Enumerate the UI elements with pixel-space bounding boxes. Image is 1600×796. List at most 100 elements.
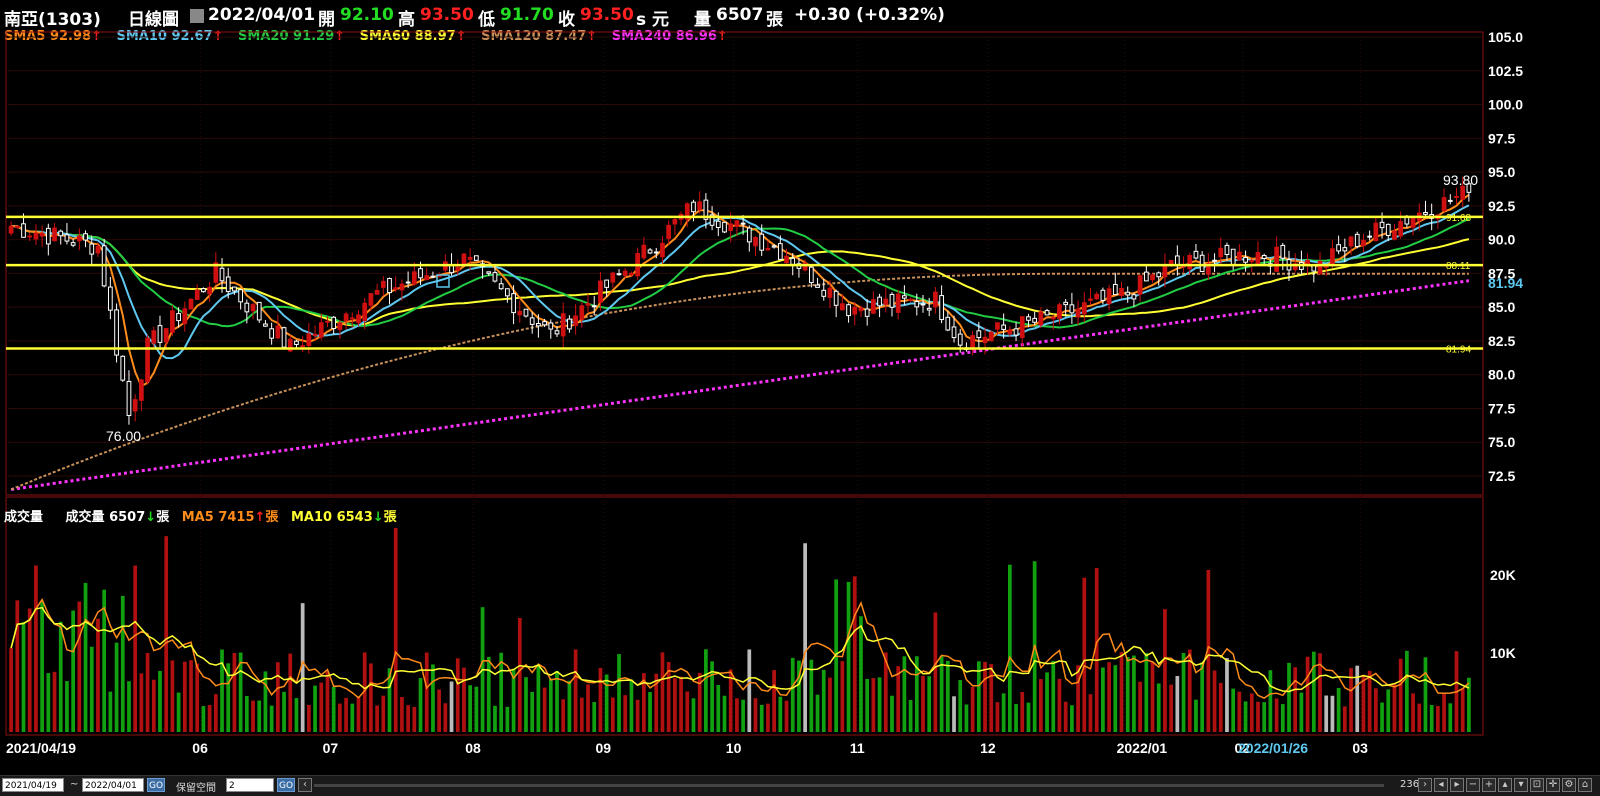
keep-go-button[interactable]: GO xyxy=(277,778,295,792)
candle-body xyxy=(349,317,355,320)
volume-bar xyxy=(1181,652,1186,732)
candle-body xyxy=(362,302,368,321)
candle-body xyxy=(945,316,951,331)
pan-down-icon[interactable]: ▾ xyxy=(1514,778,1528,792)
candle-body xyxy=(573,315,578,326)
volume-bar xyxy=(852,576,857,732)
candle-body xyxy=(380,280,386,288)
candle-body xyxy=(294,340,299,345)
start-date-input[interactable]: 2021/04/19 xyxy=(2,778,64,792)
arrow-up-icon: ↑ xyxy=(254,510,266,525)
pan-right-icon[interactable]: ▸ xyxy=(1450,778,1464,792)
right-value-label: 81.94 xyxy=(1488,275,1523,291)
zoom-in-icon[interactable]: + xyxy=(1482,778,1496,792)
volume-bar xyxy=(865,678,870,732)
volume-bar xyxy=(1101,667,1105,732)
candle-body xyxy=(182,308,188,325)
volume-bar xyxy=(821,669,826,732)
candle-body xyxy=(8,225,14,234)
volume-bar xyxy=(1144,653,1149,732)
candle-body xyxy=(1212,259,1217,262)
candle-body xyxy=(691,201,696,213)
candle-body xyxy=(1261,255,1267,259)
volume-bar xyxy=(443,703,448,732)
candle-body xyxy=(908,298,913,301)
volume-bar xyxy=(846,581,851,732)
home-icon[interactable]: ⌂ xyxy=(1578,778,1592,792)
fit-icon[interactable]: ⊡ xyxy=(1530,778,1544,792)
volume-bar xyxy=(1398,658,1403,732)
zoom-out-icon[interactable]: − xyxy=(1466,778,1480,792)
volume-bar xyxy=(958,680,963,732)
pan-left-icon[interactable]: ◂ xyxy=(1434,778,1448,792)
candle-body xyxy=(1069,304,1075,314)
candle-body xyxy=(194,289,200,300)
scroll-right-icon[interactable]: › xyxy=(1418,778,1432,792)
end-date-input[interactable]: 2022/04/01 xyxy=(82,778,144,792)
volume-bar xyxy=(15,600,20,732)
volume-bar xyxy=(263,671,268,732)
candle-body xyxy=(951,326,957,339)
go-button[interactable]: GO xyxy=(147,778,165,792)
volume-bar xyxy=(803,543,807,732)
volume-bar xyxy=(673,678,677,732)
candle-body xyxy=(250,304,256,312)
grid xyxy=(7,32,1483,735)
candle-body xyxy=(207,286,212,295)
candle-body xyxy=(139,379,144,401)
volume-bar xyxy=(1082,577,1087,732)
scroll-left-icon[interactable]: ‹ xyxy=(298,778,312,792)
stock-chart[interactable]: 91.68 88.11 81.94 105.0 102.5 100.0 97.5 95.0 9… xyxy=(0,0,1600,775)
settings-icon[interactable]: ⚙ xyxy=(1562,778,1576,792)
candle-body xyxy=(1317,260,1323,275)
high-mark-label: 93.80 xyxy=(1443,172,1478,188)
vol-value: 6507 xyxy=(109,510,146,525)
candle-body xyxy=(790,257,796,265)
volume-bar xyxy=(1311,651,1316,732)
price-tick-label: 97.5 xyxy=(1488,130,1515,146)
volume-bar xyxy=(741,699,745,732)
volume-bar xyxy=(716,684,721,732)
volume-bar xyxy=(704,649,708,732)
volume-bar xyxy=(871,678,876,732)
pan-up-icon[interactable]: ▴ xyxy=(1498,778,1512,792)
candle-body xyxy=(337,322,343,330)
candle-body xyxy=(1385,223,1391,236)
volume-bar xyxy=(747,649,752,732)
volume-bar xyxy=(127,681,131,732)
volume-bar xyxy=(1460,688,1465,732)
candle-body xyxy=(542,321,547,326)
keep-space-input[interactable]: 2 xyxy=(226,778,274,792)
volume-bar xyxy=(189,660,193,732)
volume-legend-value: 成交量 6507↓張 xyxy=(66,510,170,525)
candle-body xyxy=(641,244,647,259)
volume-bar xyxy=(89,646,94,732)
price-tick-label: 102.5 xyxy=(1488,63,1523,79)
candle-body xyxy=(746,227,752,243)
volume-bar xyxy=(275,662,280,732)
volume-bar xyxy=(970,686,975,732)
volume-bar xyxy=(244,695,249,732)
scroll-track[interactable] xyxy=(314,784,1384,787)
candle-body xyxy=(374,289,380,295)
candle-body xyxy=(1367,235,1373,238)
candle-body xyxy=(1100,289,1106,301)
date-tick-label: 09 xyxy=(596,740,612,756)
volume-bar xyxy=(151,679,156,732)
volume-bar xyxy=(815,694,820,732)
candle-body xyxy=(424,275,430,281)
volume-bar xyxy=(325,671,330,732)
volume-bar xyxy=(1256,701,1260,732)
volume-bar xyxy=(468,685,473,732)
candle-body xyxy=(232,286,237,292)
volume-bar xyxy=(1020,691,1025,732)
volume-bar xyxy=(313,685,317,732)
volume-bar xyxy=(1237,691,1242,732)
volume-bar xyxy=(34,565,38,732)
candle-body xyxy=(188,298,194,310)
volume-bar xyxy=(995,702,1000,732)
crosshair-icon[interactable]: ✛ xyxy=(1546,778,1560,792)
date-tick-label: 2022/01 xyxy=(1117,740,1168,756)
volume-bar xyxy=(269,705,274,732)
candle-body xyxy=(697,201,703,210)
